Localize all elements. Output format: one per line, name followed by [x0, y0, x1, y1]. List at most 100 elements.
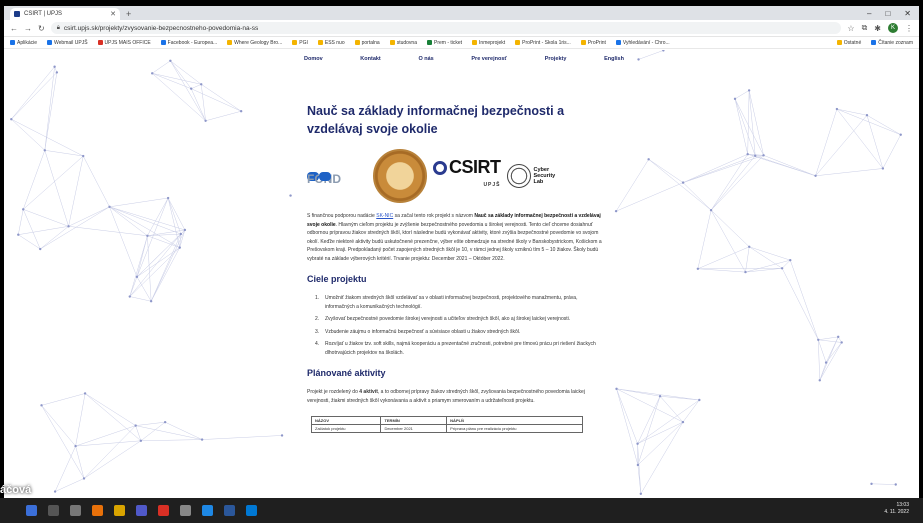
- article: Nauč sa základy informačnej bezpečnosti …: [307, 102, 607, 433]
- forward-icon[interactable]: →: [24, 24, 32, 33]
- bookmark-icon: [426, 40, 432, 45]
- bookmark-item[interactable]: ESS nuo: [317, 40, 345, 46]
- star-icon[interactable]: ☆: [847, 24, 854, 33]
- teams-icon[interactable]: [136, 505, 147, 516]
- activities-paragraph: Projekt je rozdelený do 4 aktivít, a to …: [307, 389, 585, 404]
- goals-heading: Ciele projektu: [307, 274, 367, 284]
- activities-table: NÁZOV TERMÍN NÁPLŇ Začiatok projektu Dec…: [310, 416, 583, 433]
- search-icon[interactable]: [48, 505, 59, 516]
- nav-o-nas[interactable]: O nás: [418, 56, 433, 62]
- address-bar[interactable]: 🔒︎ csirt.upjs.sk/projekty/zvysovanie-bez…: [50, 22, 842, 34]
- bookmark-item[interactable]: studovna: [389, 40, 417, 46]
- chrome-icon[interactable]: [202, 505, 213, 516]
- folder-icon: [354, 40, 360, 45]
- task-view-icon[interactable]: [70, 505, 81, 516]
- acrobat-icon[interactable]: [158, 505, 169, 516]
- word-icon[interactable]: [224, 505, 235, 516]
- nav-domov[interactable]: Domov: [304, 56, 323, 62]
- bookmark-icon: [97, 40, 103, 45]
- bookmark-item[interactable]: UPJS MAIS OFFICE: [97, 40, 151, 46]
- nav-pre-verejnost[interactable]: Pre verejnosť: [471, 56, 507, 62]
- bookmark-icon: [515, 40, 521, 45]
- reading-list-icon: [871, 40, 877, 45]
- bookmark-item[interactable]: portalna: [354, 40, 380, 46]
- bookmark-item[interactable]: Where Geology Bro...: [227, 40, 282, 46]
- fond-logo: FOND: [307, 169, 367, 186]
- folder-icon: [836, 40, 842, 45]
- nav-english[interactable]: English: [604, 56, 624, 62]
- bookmark-icon: [580, 40, 586, 45]
- table-cell: Príprava plánu pre realizáciu projektu: [446, 424, 583, 433]
- outlook-icon[interactable]: [246, 505, 257, 516]
- lock-icon: 🔒︎: [56, 24, 60, 31]
- table-header: NÁPLŇ: [446, 416, 583, 425]
- puzzle-icon[interactable]: ✱: [874, 24, 881, 33]
- maximize-button[interactable]: □: [885, 8, 890, 20]
- screen: CSIRT | UPJS ✕ + – □ ✕ ← → ↻ 🔒︎ csirt.up…: [0, 0, 923, 523]
- toolbar-icons: ☆ ⧉ ✱ K ⋮: [847, 23, 913, 33]
- tab-strip: CSIRT | UPJS ✕ + – □ ✕: [4, 6, 919, 20]
- folder-icon: [317, 40, 323, 45]
- nav-kontakt[interactable]: Kontakt: [360, 56, 380, 62]
- browser-window: CSIRT | UPJS ✕ + – □ ✕ ← → ↻ 🔒︎ csirt.up…: [4, 6, 919, 498]
- firefox-icon[interactable]: [92, 505, 103, 516]
- activities-heading: Plánované aktivity: [307, 368, 386, 378]
- bookmark-item[interactable]: Facebook - Europea...: [160, 40, 217, 46]
- close-window-button[interactable]: ✕: [904, 8, 911, 20]
- bookmarks-right: Ostatné Čítanie zoznam: [836, 40, 913, 46]
- cloud-icon: [319, 172, 331, 182]
- bookmark-item[interactable]: ProPrint - Skola 1ris...: [515, 40, 571, 46]
- list-item: 4. Rozvíjať u žiakov tzv. soft skills, na…: [315, 341, 596, 356]
- bookmark-item[interactable]: PGI: [292, 40, 308, 46]
- reload-icon[interactable]: ↻: [38, 24, 45, 33]
- bookmark-icon: [160, 40, 166, 45]
- upjs-seal-logo: [373, 149, 427, 203]
- csirt-logo: CSIRT UPJŠ: [433, 158, 501, 194]
- avatar[interactable]: K: [888, 23, 898, 33]
- new-tab-button[interactable]: +: [126, 8, 131, 20]
- list-item: 3. Vzbudenie záujmu o informačnú bezpečno…: [315, 328, 521, 335]
- cyber-security-lab-logo: Cyber Security Lab: [506, 164, 564, 188]
- file-explorer-icon[interactable]: [114, 505, 125, 516]
- browser-tab[interactable]: CSIRT | UPJS ✕: [10, 8, 120, 20]
- page-title: Nauč sa základy informačnej bezpečnosti …: [307, 104, 565, 136]
- back-icon[interactable]: ←: [10, 24, 18, 33]
- minimize-button[interactable]: –: [867, 8, 871, 20]
- meeting-participant-name: áčová: [0, 484, 32, 496]
- list-item: 1. Umožniť žiakom stredných škôl vzdeláva…: [315, 295, 578, 310]
- table-row: Začiatok projektu December 2021 Príprava…: [310, 424, 583, 433]
- bookmark-icon: [47, 40, 53, 45]
- app-icon[interactable]: [180, 505, 191, 516]
- table-cell: December 2021: [380, 424, 448, 433]
- folder-icon: [472, 40, 478, 45]
- close-tab-icon[interactable]: ✕: [110, 10, 116, 18]
- csirt-ring-icon: [433, 161, 447, 176]
- bookmark-icon: [227, 40, 233, 45]
- table-header: TERMÍN: [380, 416, 448, 425]
- bookmarks-bar: Aplikácie Webmail UPJŠ UPJS MAIS OFFICE …: [4, 37, 919, 49]
- system-clock[interactable]: 13:03 4. 11. 2022: [884, 502, 909, 516]
- lab-seal-icon: [506, 164, 531, 188]
- folder-icon: [292, 40, 298, 45]
- bookmark-item[interactable]: Aplikácie: [10, 40, 37, 46]
- bookmark-item[interactable]: Vyhledávání - Chro...: [615, 40, 670, 46]
- other-bookmarks[interactable]: Ostatné: [836, 40, 861, 46]
- table-cell: Začiatok projektu: [310, 424, 382, 433]
- browser-toolbar: ← → ↻ 🔒︎ csirt.upjs.sk/projekty/zvysovan…: [4, 20, 919, 37]
- bookmark-item[interactable]: Inmeprojekt: [472, 40, 505, 46]
- tab-title: CSIRT | UPJS: [24, 11, 63, 17]
- reading-list[interactable]: Čítanie zoznam: [871, 40, 913, 46]
- window-controls: – □ ✕: [867, 8, 919, 20]
- intro-paragraph: S finančnou podporou nadácie SK-NIC sa z…: [307, 213, 602, 262]
- windows-start-icon[interactable]: [26, 505, 37, 516]
- extension-icon[interactable]: ⧉: [862, 23, 868, 33]
- list-item: 2. Zvyšovať bezpečnostné povedomie široke…: [315, 316, 571, 322]
- taskbar: 13:03 4. 11. 2022: [0, 498, 923, 523]
- bookmark-item[interactable]: Prem - ticket: [426, 40, 462, 46]
- bookmark-item[interactable]: Webmail UPJŠ: [47, 40, 88, 46]
- sk-nic-link[interactable]: SK-NIC: [376, 213, 393, 219]
- table-header: NÁZOV: [310, 416, 382, 425]
- bookmark-item[interactable]: ProPrint: [580, 40, 606, 46]
- nav-projekty[interactable]: Projekty: [545, 56, 567, 62]
- menu-icon[interactable]: ⋮: [905, 24, 913, 33]
